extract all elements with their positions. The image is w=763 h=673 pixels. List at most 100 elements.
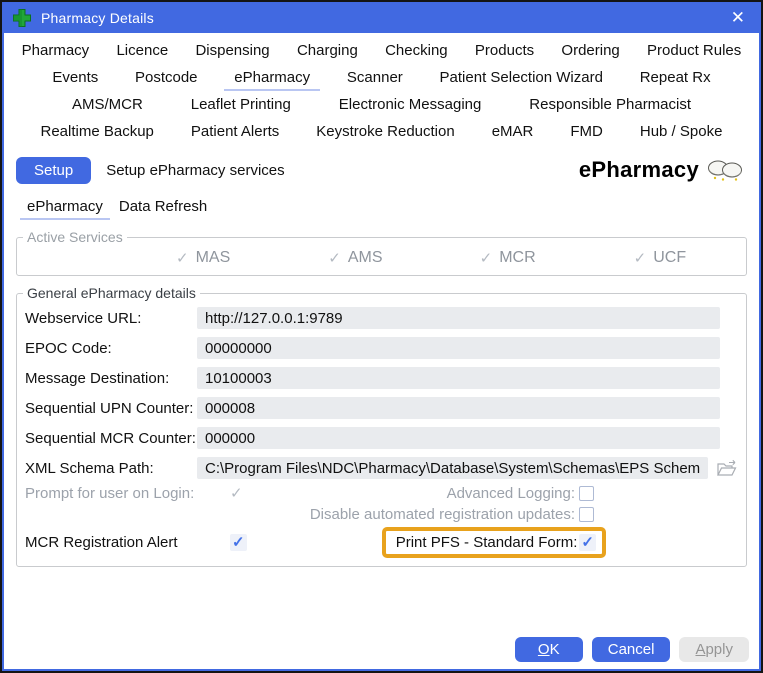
webservice-url-row: Webservice URL:: [17, 303, 746, 333]
tab-emar[interactable]: eMAR: [482, 121, 544, 143]
setup-button[interactable]: Setup: [16, 157, 91, 184]
cancel-button[interactable]: Cancel: [592, 637, 671, 662]
tab-row-1: Pharmacy Licence Dispensing Charging Che…: [8, 40, 755, 67]
footer-button-bar: OK Cancel Apply: [2, 637, 761, 671]
tab-charging[interactable]: Charging: [287, 40, 368, 62]
service-label: AMS: [348, 249, 383, 267]
titlebar: Pharmacy Details: [2, 2, 761, 33]
tab-repeat-rx[interactable]: Repeat Rx: [630, 67, 721, 89]
tab-ams-mcr[interactable]: AMS/MCR: [62, 94, 153, 116]
service-mas: MAS: [127, 249, 279, 267]
disable-auto-updates-checkbox[interactable]: [579, 507, 594, 522]
xml-schema-path-label: XML Schema Path:: [25, 460, 197, 477]
pharmacy-cross-icon: [12, 8, 32, 28]
content-spacer: [2, 567, 761, 637]
tab-products[interactable]: Products: [465, 40, 544, 62]
active-services-legend: Active Services: [23, 229, 127, 245]
window-title: Pharmacy Details: [41, 10, 154, 26]
tab-ordering[interactable]: Ordering: [551, 40, 629, 62]
webservice-url-field[interactable]: [197, 307, 720, 329]
service-label: MAS: [196, 249, 231, 267]
apply-button[interactable]: Apply: [679, 637, 749, 662]
active-services-grid: MAS AMS MCR UCF: [17, 247, 746, 269]
tab-scanner[interactable]: Scanner: [337, 67, 413, 89]
tab-events[interactable]: Events: [42, 67, 108, 89]
prompt-login-check-icon: [230, 486, 243, 501]
general-details-legend: General ePharmacy details: [23, 285, 200, 301]
service-ams: AMS: [279, 249, 431, 267]
tab-leaflet-printing[interactable]: Leaflet Printing: [181, 94, 301, 116]
disable-auto-updates-row: Disable automated registration updates:: [17, 504, 746, 525]
tab-patient-selection-wizard[interactable]: Patient Selection Wizard: [430, 67, 613, 89]
sequential-upn-counter-label: Sequential UPN Counter:: [25, 400, 197, 417]
open-folder-icon: [716, 459, 738, 477]
print-pfs-highlight-box: Print PFS - Standard Form:: [382, 527, 606, 558]
tab-row-4: Realtime Backup Patient Alerts Keystroke…: [8, 121, 755, 148]
message-destination-label: Message Destination:: [25, 370, 197, 387]
print-pfs-check-icon[interactable]: [579, 534, 596, 551]
subtab-strip: ePharmacy Data Refresh: [2, 184, 761, 220]
prompt-login-label: Prompt for user on Login:: [25, 485, 230, 502]
check-icon: [480, 251, 493, 266]
ok-button-label: OK: [538, 641, 560, 658]
advanced-logging-checkbox[interactable]: [579, 486, 594, 501]
tab-hub-spoke[interactable]: Hub / Spoke: [630, 121, 733, 143]
subtab-data-refresh[interactable]: Data Refresh: [112, 197, 214, 220]
service-ucf: UCF: [584, 249, 736, 267]
general-details-group: General ePharmacy details Webservice URL…: [16, 285, 747, 567]
tab-realtime-backup[interactable]: Realtime Backup: [31, 121, 164, 143]
print-pfs-label: Print PFS - Standard Form:: [396, 534, 578, 551]
ok-button[interactable]: OK: [515, 637, 583, 662]
mcr-alert-row: MCR Registration Alert Print PFS - Stand…: [17, 525, 746, 560]
browse-folder-button[interactable]: [716, 459, 738, 477]
tab-row-3: AMS/MCR Leaflet Printing Electronic Mess…: [8, 94, 755, 121]
service-mcr: MCR: [432, 249, 584, 267]
check-icon: [328, 251, 341, 266]
sequential-upn-counter-field[interactable]: [197, 397, 720, 419]
epharmacy-logo: ePharmacy: [579, 156, 745, 184]
message-destination-field[interactable]: [197, 367, 720, 389]
tab-keystroke-reduction[interactable]: Keystroke Reduction: [306, 121, 464, 143]
check-icon: [176, 251, 189, 266]
tab-checking[interactable]: Checking: [375, 40, 458, 62]
tab-row-2: Events Postcode ePharmacy Scanner Patien…: [8, 67, 755, 94]
tab-pharmacy[interactable]: Pharmacy: [12, 40, 100, 62]
tab-dispensing[interactable]: Dispensing: [185, 40, 279, 62]
service-label: MCR: [499, 249, 535, 267]
webservice-url-label: Webservice URL:: [25, 310, 197, 327]
mcr-registration-alert-label: MCR Registration Alert: [25, 534, 230, 551]
epoc-code-field[interactable]: [197, 337, 720, 359]
active-services-group: Active Services MAS AMS MCR UCF: [16, 229, 747, 276]
pills-icon: [703, 156, 745, 184]
sequential-mcr-counter-row: Sequential MCR Counter:: [17, 423, 746, 453]
subtab-epharmacy[interactable]: ePharmacy: [20, 197, 110, 220]
disable-auto-updates-label: Disable automated registration updates:: [310, 506, 575, 523]
xml-schema-path-field[interactable]: [197, 457, 708, 479]
setup-section: Setup Setup ePharmacy services ePharmacy: [2, 150, 761, 184]
tab-licence[interactable]: Licence: [106, 40, 178, 62]
tab-postcode[interactable]: Postcode: [125, 67, 208, 89]
tab-strip: Pharmacy Licence Dispensing Charging Che…: [2, 33, 761, 150]
tab-electronic-messaging[interactable]: Electronic Messaging: [329, 94, 492, 116]
xml-schema-path-row: XML Schema Path:: [17, 453, 746, 483]
pharmacy-details-dialog: Pharmacy Details Pharmacy Licence Dispen…: [0, 0, 763, 673]
cancel-button-label: Cancel: [608, 641, 655, 658]
close-icon[interactable]: [727, 7, 749, 28]
mcr-registration-alert-check-icon[interactable]: [230, 534, 247, 551]
epoc-code-row: EPOC Code:: [17, 333, 746, 363]
tab-responsible-pharmacist[interactable]: Responsible Pharmacist: [519, 94, 701, 116]
apply-button-label: Apply: [695, 641, 733, 658]
check-icon: [634, 251, 647, 266]
message-destination-row: Message Destination:: [17, 363, 746, 393]
sequential-upn-counter-row: Sequential UPN Counter:: [17, 393, 746, 423]
tab-epharmacy[interactable]: ePharmacy: [224, 67, 320, 91]
prompt-login-row: Prompt for user on Login: Advanced Loggi…: [17, 483, 746, 504]
advanced-logging-label: Advanced Logging:: [447, 485, 575, 502]
sequential-mcr-counter-field[interactable]: [197, 427, 720, 449]
service-label: UCF: [653, 249, 686, 267]
epharmacy-logo-text: ePharmacy: [579, 157, 699, 183]
tab-patient-alerts[interactable]: Patient Alerts: [181, 121, 289, 143]
epoc-code-label: EPOC Code:: [25, 340, 197, 357]
tab-fmd[interactable]: FMD: [560, 121, 613, 143]
tab-product-rules[interactable]: Product Rules: [637, 40, 751, 62]
